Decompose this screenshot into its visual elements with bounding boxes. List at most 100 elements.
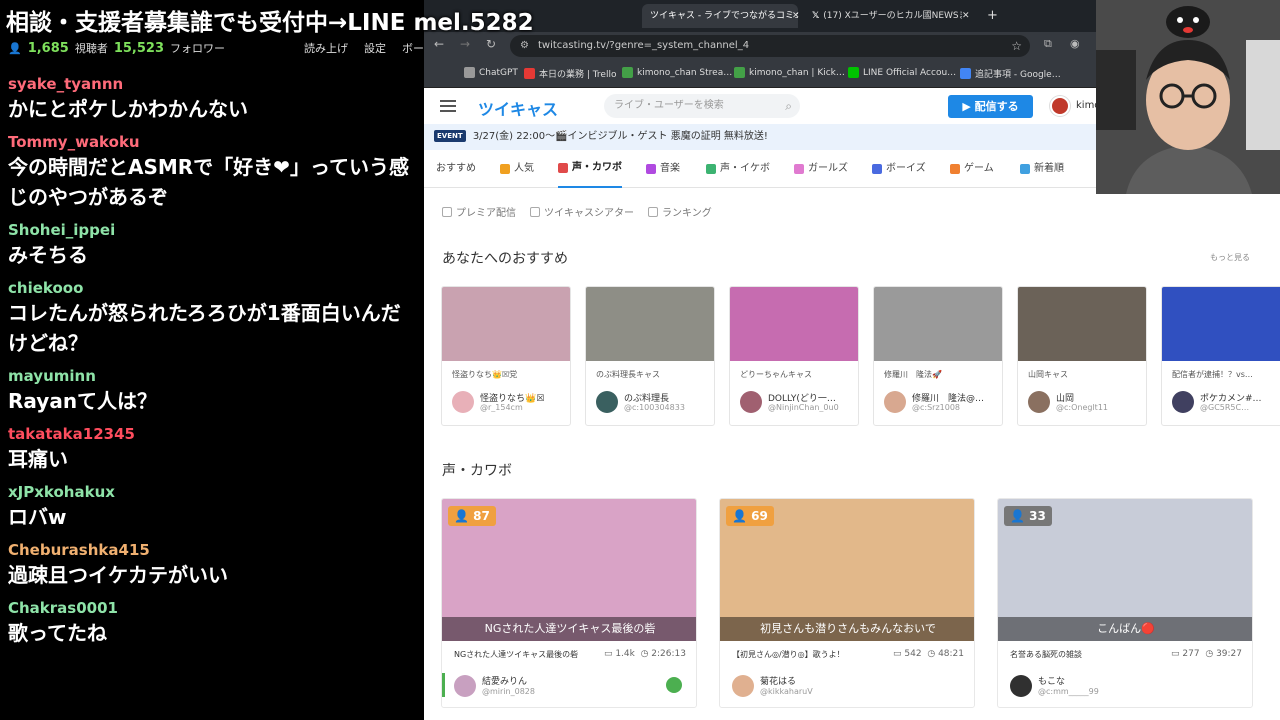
live-card[interactable]: 👤 87 NGされた人達ツイキャス最後の砦 NGされた人達ツイキャス最後の砦 ▭ 1.… [441, 498, 697, 708]
bookmark-favicon-icon [848, 67, 859, 78]
extension-icon[interactable]: ⧉ [1044, 37, 1052, 51]
chat-message-list: syake_tyannn かにとポケしかわかんない Tommy_wakoku 今の時間… [8, 74, 420, 656]
recommended-card[interactable]: 配信者が逮捕！？vs… ポケカメン#… @GC5R5C… [1161, 286, 1280, 426]
recommended-card[interactable]: 山岡キャス 山岡 @c:Oneglt11 [1017, 286, 1147, 426]
thumbnail [874, 287, 1002, 361]
genre-tab[interactable]: 声・イケボ [706, 150, 770, 188]
avatar [454, 675, 476, 697]
chat-username[interactable]: Cheburashka415 [8, 540, 420, 560]
read-aloud-button[interactable]: 読み上げ [304, 40, 348, 56]
recommended-card[interactable]: 修羅川 隆法🚀 修羅川 隆法@… @c:Srz1008 [873, 286, 1003, 426]
chat-username[interactable]: xJPxkohakux [8, 482, 420, 502]
bookmark-label: ChatGPT [479, 67, 518, 78]
genre-tab[interactable]: 音楽 [646, 150, 680, 188]
genre-label: 人気 [514, 163, 534, 174]
chat-username[interactable]: Chakras0001 [8, 598, 420, 618]
thumbnail-caption: こんばん🔴 [998, 617, 1252, 641]
stream-button[interactable]: ▶ 配信する [948, 95, 1033, 118]
gift-icon[interactable] [666, 677, 682, 693]
chat-username[interactable]: takataka12345 [8, 424, 420, 444]
more-link[interactable]: もっと見る [1210, 252, 1250, 263]
url-field[interactable]: ⚙ twitcasting.tv/?genre=_system_channel_… [510, 35, 1030, 57]
new-tab-button[interactable]: + [979, 4, 1006, 28]
broadcast-title: 修羅川 隆法🚀 [884, 370, 942, 379]
broadcast-title: 配信者が逮捕！？vs… [1172, 370, 1253, 379]
tab-x[interactable]: 𝕏(17) Xユーザーのヒカル國NEWSまと… [804, 4, 962, 28]
comment-icon: ▭ [893, 649, 905, 659]
chat-username[interactable]: Tommy_wakoku [8, 132, 420, 152]
bookmark-favicon-icon [734, 67, 745, 78]
chat-username[interactable]: Shohei_ippei [8, 220, 420, 240]
comment-count: 1.4k [615, 649, 635, 659]
event-text: 3/27(金) 22:00～🎬インビジブル・ゲスト 悪魔の証明 無料放送! [472, 131, 768, 142]
avatar [1172, 391, 1194, 413]
bookmark-item[interactable]: LINE Official Accou… [848, 67, 956, 78]
live-card[interactable]: 👤 33 こんばん🔴 名誉ある脳死の雑談 ▭ 277 ◷ 39:27 もこな @c:mm_… [997, 498, 1253, 708]
genre-tab[interactable]: ボーイズ [872, 150, 926, 188]
premium-link[interactable]: プレミア配信 [442, 204, 516, 219]
search-input[interactable]: ライブ・ユーザーを検索 ⌕ [604, 94, 800, 118]
close-tab-icon[interactable]: ✕ [954, 4, 978, 28]
profile-icon[interactable]: ◉ [1070, 37, 1080, 50]
bookmark-item[interactable]: kimono_chan Strea… [622, 67, 732, 78]
genre-tab[interactable]: ゲーム [950, 150, 994, 188]
avatar [1028, 391, 1050, 413]
genre-label: 声・カワボ [572, 162, 622, 173]
live-card[interactable]: 👤 69 初見さんも潜りさんもみんなおいで 【初見さん◎/潜り◎】歌うよ！ ▭ 542… [719, 498, 975, 708]
recommended-card[interactable]: どりーちゃんキャス DOLLY(どり一… @NinjinChan_0u0 [729, 286, 859, 426]
genre-tab[interactable]: 人気 [500, 150, 534, 188]
thumbnail [1018, 287, 1146, 361]
settings-button[interactable]: 設定 [364, 40, 386, 56]
avatar [740, 391, 762, 413]
search-icon[interactable]: ⌕ [785, 94, 792, 118]
broadcaster-id: @c:Srz1008 [912, 403, 961, 412]
recommended-card[interactable]: 怪盗りなち👑☒党 怪盗りなち👑☒ @r_154cm [441, 286, 571, 426]
chat-username[interactable]: syake_tyannn [8, 74, 420, 94]
tab-label: ツイキャス - ライブでつながるコミュニ… [650, 11, 798, 21]
broadcast-stats: ▭ 277 ◷ 39:27 [1171, 649, 1242, 659]
event-tag: EVENT [434, 130, 466, 142]
avatar [596, 391, 618, 413]
viewer-badge: 👤 87 [448, 506, 496, 526]
tab-twitcasting[interactable]: ツイキャス - ライブでつながるコミュニ… [642, 4, 798, 28]
genre-tab[interactable]: おすすめ [436, 150, 476, 188]
chat-stats-bar: 👤 1,685 視聴者 15,523 フォロワー 読み上げ 設定 ボー [0, 40, 424, 56]
theater-link[interactable]: ツイキャスシアター [530, 204, 634, 219]
viewer-label: 視聴者 [74, 42, 108, 55]
genre-heading: 声・カワボ [442, 463, 512, 479]
bookmark-star-icon[interactable]: ☆ [1011, 35, 1022, 57]
promo-banner: 相談・支援者募集誰でも受付中→LINE mel.5282 [6, 10, 534, 36]
bookmark-item[interactable]: 追記事項 - Google… [960, 67, 1061, 80]
ranking-link[interactable]: ランキング [648, 204, 712, 219]
site-logo[interactable]: ツイキャス [478, 96, 558, 120]
bookmark-label: 追記事項 - Google… [975, 70, 1061, 80]
broadcaster-id: @mirin_0828 [482, 687, 535, 696]
bookmark-item[interactable]: ChatGPT [464, 67, 518, 78]
recommended-card[interactable]: のぶ料理長キャス のぶ料理長 @c:100304833 [585, 286, 715, 426]
broadcaster-id: @c:mm_____99 [1038, 687, 1099, 696]
chat-username[interactable]: mayuminn [8, 366, 420, 386]
viewer-badge: 👤 33 [1004, 506, 1052, 526]
chat-message: Tommy_wakoku 今の時間だとASMRで「好き❤」っていう感じのやつがある… [8, 132, 420, 212]
chat-username[interactable]: chiekooo [8, 278, 420, 298]
chat-message: Shohei_ippei みそちる [8, 220, 420, 270]
genre-icon [794, 164, 804, 174]
menu-icon[interactable] [440, 100, 456, 112]
elapsed-time: 48:21 [938, 649, 964, 659]
genre-icon [558, 163, 568, 173]
more-button[interactable]: ボー [402, 40, 424, 56]
genre-tab[interactable]: 声・カワボ [558, 150, 622, 188]
chat-message: syake_tyannn かにとポケしかわかんない [8, 74, 420, 124]
webcam-overlay [1096, 0, 1280, 194]
bookmark-favicon-icon [960, 68, 971, 79]
clock-icon: ◷ [1205, 649, 1217, 659]
bookmark-favicon-icon [464, 67, 475, 78]
avatar[interactable] [1050, 96, 1070, 116]
genre-tab[interactable]: ガールズ [794, 150, 848, 188]
genre-tab[interactable]: 新着順 [1020, 150, 1064, 188]
bookmark-item[interactable]: 本日の業務 | Trello [524, 67, 616, 80]
bookmark-item[interactable]: kimono_chan | Kick… [734, 67, 845, 78]
viewer-badge: 👤 69 [726, 506, 774, 526]
broadcast-stats: ▭ 1.4k ◷ 2:26:13 [604, 649, 686, 659]
people-icon: 👤 [454, 509, 474, 523]
